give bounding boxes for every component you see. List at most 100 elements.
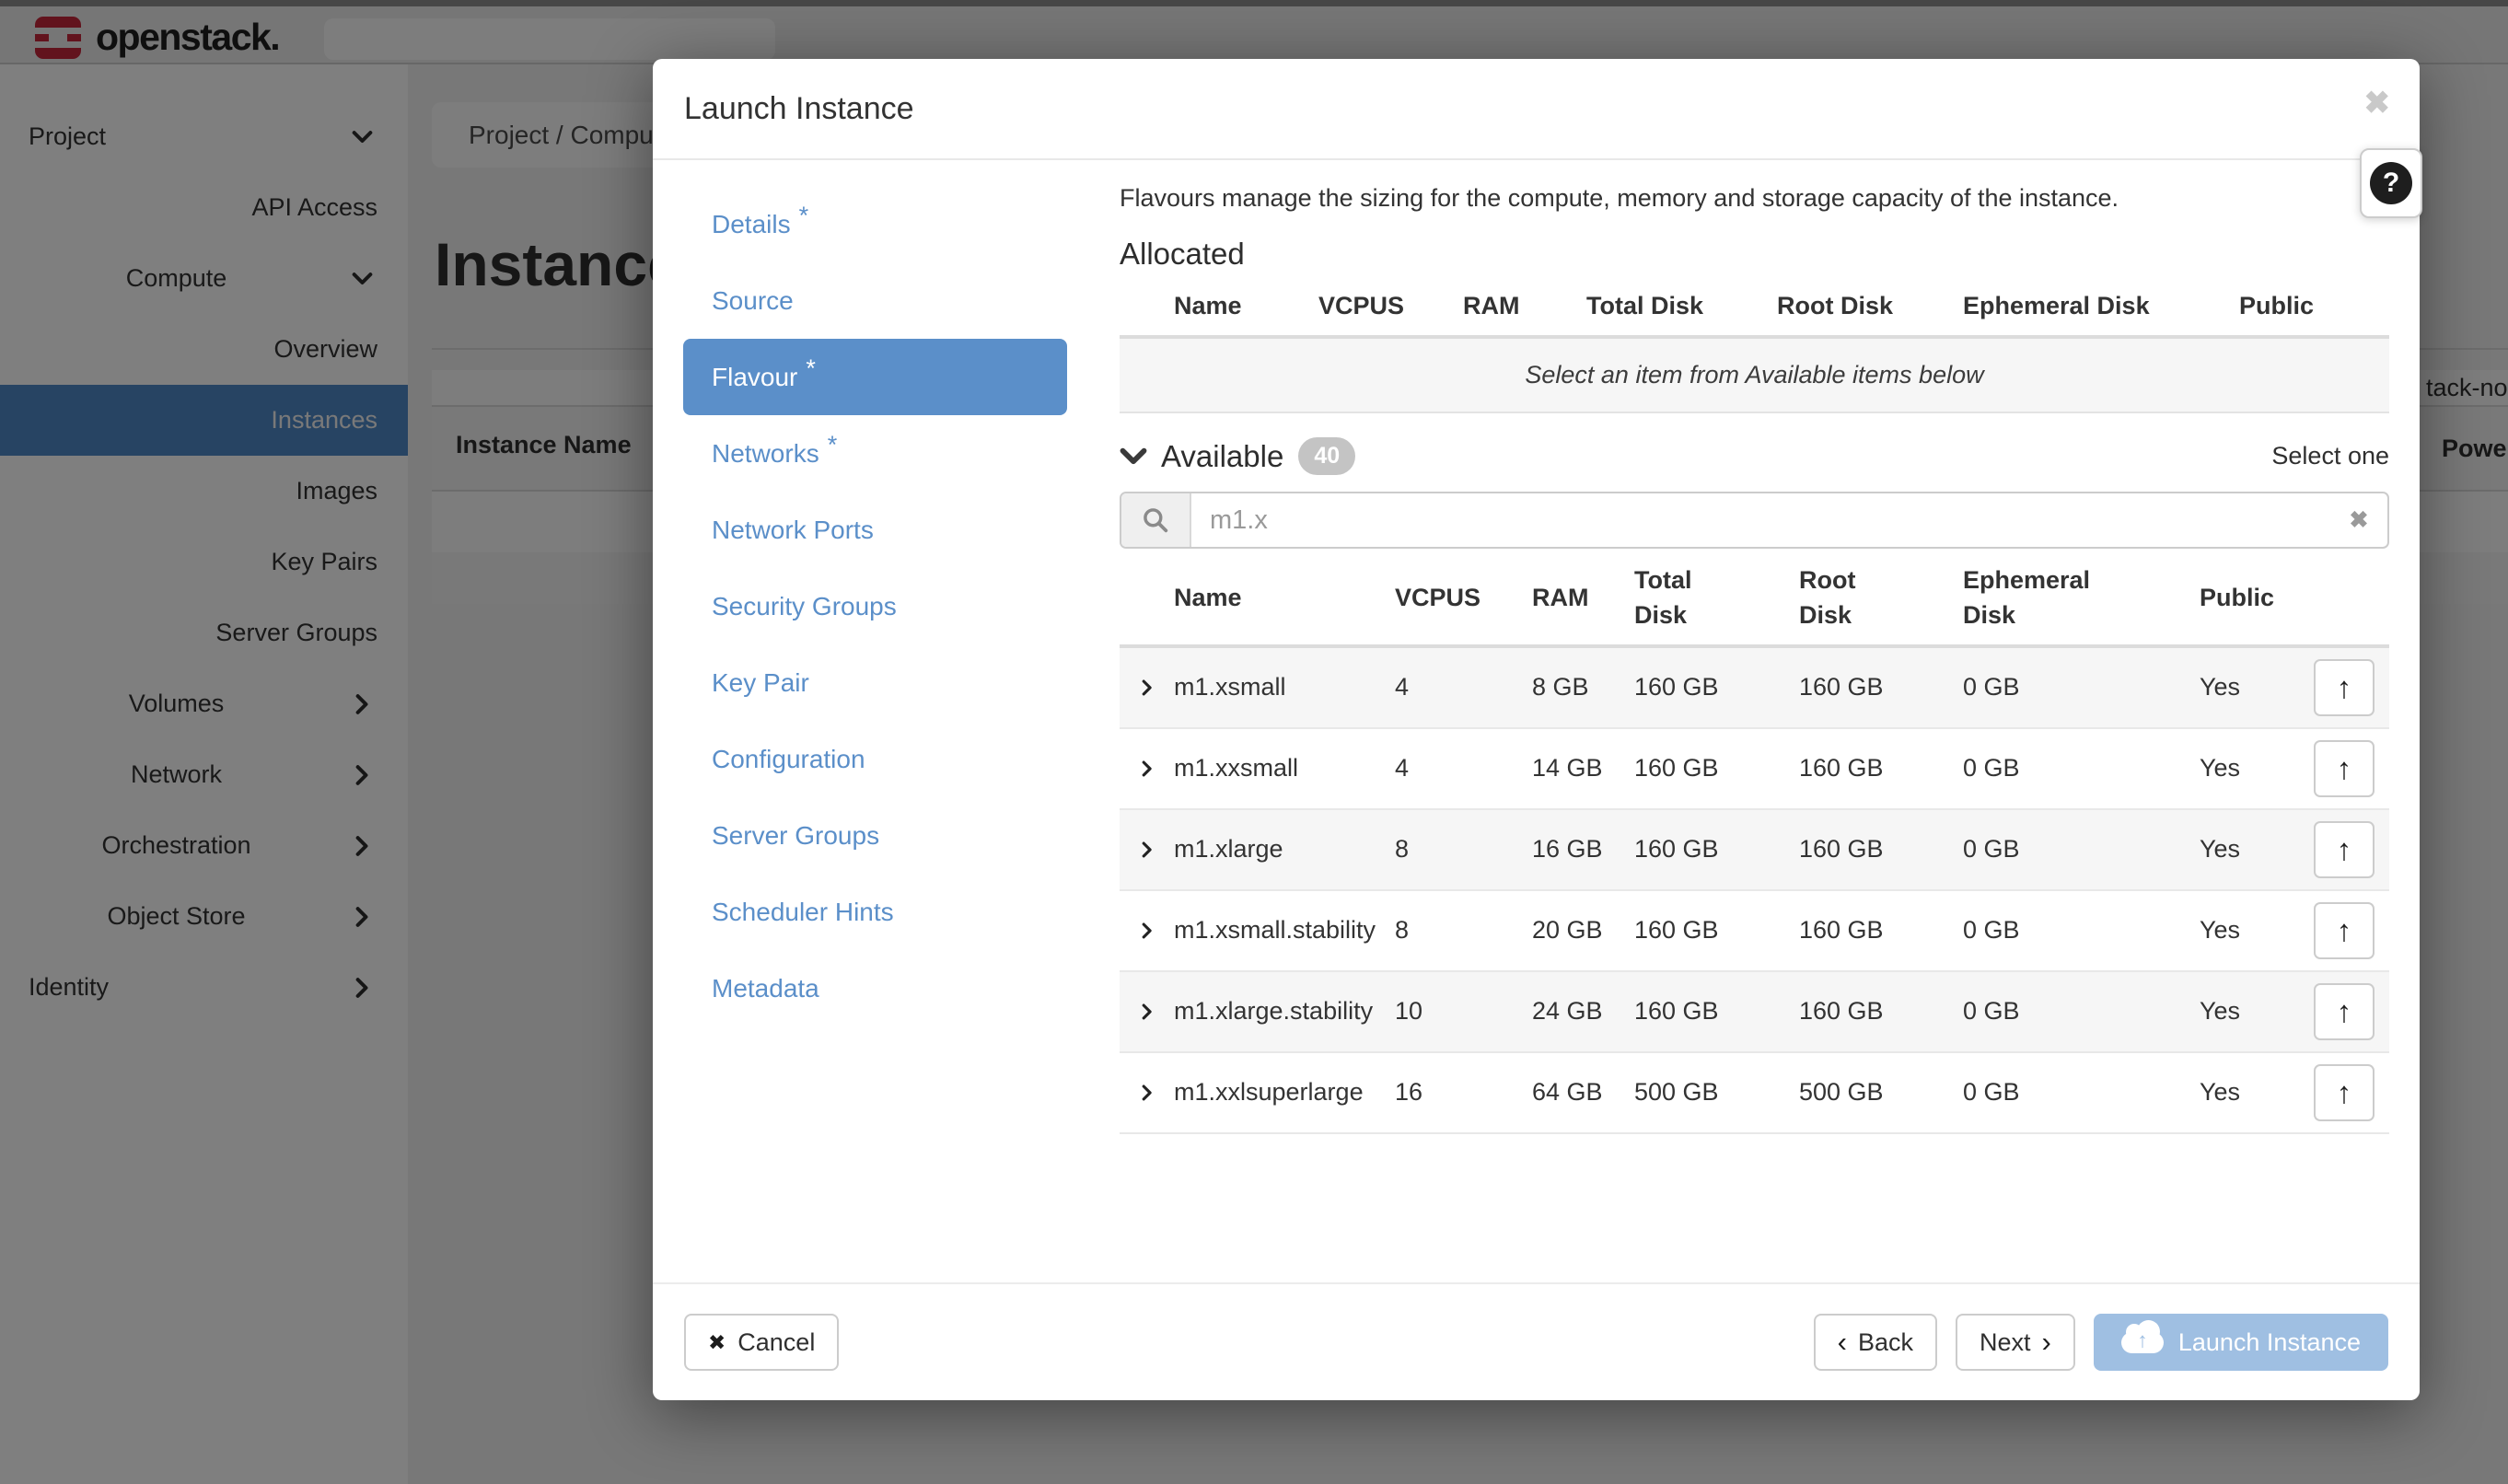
root-disk-cell: 500 GB	[1799, 1078, 1963, 1107]
vcpus-cell: 8	[1395, 835, 1532, 864]
wizard-tab-label: Server Groups	[712, 821, 879, 851]
search-icon	[1121, 493, 1191, 547]
allocate-flavor-button[interactable]: ↑	[2314, 659, 2374, 716]
help-button[interactable]: ?	[2360, 148, 2422, 218]
arrow-up-icon: ↑	[2337, 832, 2352, 867]
cancel-label: Cancel	[737, 1328, 815, 1357]
column-header-total-disk: Total Disk	[1586, 292, 1777, 320]
expand-row-icon[interactable]	[1139, 758, 1174, 780]
ephemeral-disk-cell: 0 GB	[1963, 673, 2200, 701]
expand-row-icon[interactable]	[1139, 677, 1174, 699]
expand-row-icon[interactable]	[1139, 839, 1174, 861]
column-header-ram: RAM	[1463, 292, 1586, 320]
column-header-ephemeral-disk: Ephemeral Disk	[1963, 292, 2239, 320]
root-disk-cell: 160 GB	[1799, 835, 1963, 864]
wizard-tab-key-pair[interactable]: Key Pair	[683, 644, 1067, 721]
vcpus-cell: 16	[1395, 1078, 1532, 1107]
available-table-header: NameVCPUSRAMTotal DiskRoot DiskEphemeral…	[1120, 549, 2389, 644]
allocate-flavor-button[interactable]: ↑	[2314, 740, 2374, 797]
column-header-public: Public	[2239, 292, 2389, 320]
wizard-tab-label: Flavour	[712, 363, 797, 392]
x-icon: ✖	[708, 1330, 726, 1355]
root-disk-cell: 160 GB	[1799, 673, 1963, 701]
allocate-button-cell: ↑	[2314, 821, 2375, 878]
wizard-tab-network-ports[interactable]: Network Ports	[683, 492, 1067, 568]
next-button[interactable]: Next ›	[1956, 1314, 2075, 1371]
total-disk-cell: 160 GB	[1634, 673, 1799, 701]
ram-cell: 20 GB	[1532, 916, 1634, 945]
public-cell: Yes	[2200, 916, 2314, 945]
launch-instance-button[interactable]: ↑ Launch Instance	[2094, 1314, 2388, 1371]
arrow-up-icon: ↑	[2337, 670, 2352, 705]
wizard-tab-flavour[interactable]: Flavour*	[683, 339, 1067, 415]
column-header-name: Name	[1174, 581, 1395, 616]
required-asterisk: *	[799, 202, 809, 230]
ram-cell: 14 GB	[1532, 754, 1634, 783]
cancel-button[interactable]: ✖ Cancel	[684, 1314, 839, 1371]
flavor-row-m1-xlarge-stability: m1.xlarge.stability1024 GB160 GB160 GB0 …	[1120, 972, 2389, 1053]
root-disk-cell: 160 GB	[1799, 997, 1963, 1026]
ephemeral-disk-cell: 0 GB	[1963, 1078, 2200, 1107]
flavor-row-m1-xlarge: m1.xlarge816 GB160 GB160 GB0 GBYes↑	[1120, 810, 2389, 891]
allocate-button-cell: ↑	[2314, 659, 2375, 716]
allocated-table-header: NameVCPUSRAMTotal DiskRoot DiskEphemeral…	[1120, 272, 2389, 335]
allocate-flavor-button[interactable]: ↑	[2314, 983, 2374, 1040]
total-disk-cell: 500 GB	[1634, 1078, 1799, 1107]
wizard-tab-label: Details	[712, 210, 791, 239]
allocate-button-cell: ↑	[2314, 740, 2375, 797]
back-button[interactable]: ‹ Back	[1814, 1314, 1937, 1371]
wizard-tab-label: Security Groups	[712, 592, 897, 621]
total-disk-cell: 160 GB	[1634, 835, 1799, 864]
wizard-tab-security-groups[interactable]: Security Groups	[683, 568, 1067, 644]
vcpus-cell: 4	[1395, 673, 1532, 701]
expand-row-icon[interactable]	[1139, 1001, 1174, 1023]
wizard-tab-label: Metadata	[712, 974, 819, 1003]
allocate-flavor-button[interactable]: ↑	[2314, 902, 2374, 959]
arrow-up-icon: ↑	[2337, 751, 2352, 786]
public-cell: Yes	[2200, 1078, 2314, 1107]
required-asterisk: *	[828, 431, 838, 459]
flavor-name-cell: m1.xlarge	[1174, 832, 1395, 865]
wizard-tab-metadata[interactable]: Metadata	[683, 950, 1067, 1026]
available-count-badge: 40	[1298, 437, 1355, 475]
expand-row-icon[interactable]	[1139, 920, 1174, 942]
modal-body: Details*SourceFlavour*Networks*Network P…	[653, 160, 2420, 1282]
wizard-tab-server-groups[interactable]: Server Groups	[683, 797, 1067, 874]
wizard-tab-label: Network Ports	[712, 516, 874, 545]
arrow-up-icon: ↑	[2337, 1075, 2352, 1110]
flavour-step-content: Flavours manage the sizing for the compu…	[1120, 160, 2420, 1282]
ephemeral-disk-cell: 0 GB	[1963, 916, 2200, 945]
chevron-down-icon[interactable]	[1120, 447, 1147, 466]
wizard-tab-source[interactable]: Source	[683, 262, 1067, 339]
arrow-up-icon: ↑	[2337, 913, 2352, 948]
flavor-name-cell: m1.xxsmall	[1174, 751, 1395, 784]
wizard-tab-label: Source	[712, 286, 794, 316]
question-mark-icon: ?	[2370, 162, 2412, 204]
expand-row-icon[interactable]	[1139, 1082, 1174, 1104]
step-description: Flavours manage the sizing for the compu…	[1120, 182, 2389, 214]
wizard-tab-details[interactable]: Details *	[683, 186, 1067, 262]
public-cell: Yes	[2200, 835, 2314, 864]
search-input[interactable]	[1191, 493, 2330, 547]
column-header-public: Public	[2200, 581, 2314, 616]
select-one-hint: Select one	[2271, 442, 2389, 470]
wizard-nav: Details*SourceFlavour*Networks*Network P…	[653, 160, 1120, 1282]
allocate-flavor-button[interactable]: ↑	[2314, 1064, 2374, 1121]
total-disk-cell: 160 GB	[1634, 997, 1799, 1026]
wizard-tab-networks[interactable]: Networks*	[683, 415, 1067, 492]
vcpus-cell: 8	[1395, 916, 1532, 945]
ram-cell: 8 GB	[1532, 673, 1634, 701]
wizard-tab-configuration[interactable]: Configuration	[683, 721, 1067, 797]
clear-search-icon[interactable]: ✖	[2330, 493, 2387, 547]
modal-footer: ✖ Cancel ‹ Back Next › ↑ Launch Instance	[653, 1282, 2420, 1400]
wizard-tab-scheduler-hints[interactable]: Scheduler Hints	[683, 874, 1067, 950]
flavor-row-m1-xsmall: m1.xsmall48 GB160 GB160 GB0 GBYes↑	[1120, 648, 2389, 729]
vcpus-cell: 10	[1395, 997, 1532, 1026]
allocated-heading: Allocated	[1120, 237, 2389, 272]
allocate-flavor-button[interactable]: ↑	[2314, 821, 2374, 878]
column-header-name: Name	[1174, 292, 1318, 320]
column-header-total-disk: Total Disk	[1634, 563, 1745, 633]
close-icon[interactable]: ✖	[2364, 85, 2391, 122]
flavor-name-cell: m1.xsmall	[1174, 670, 1395, 703]
public-cell: Yes	[2200, 673, 2314, 701]
